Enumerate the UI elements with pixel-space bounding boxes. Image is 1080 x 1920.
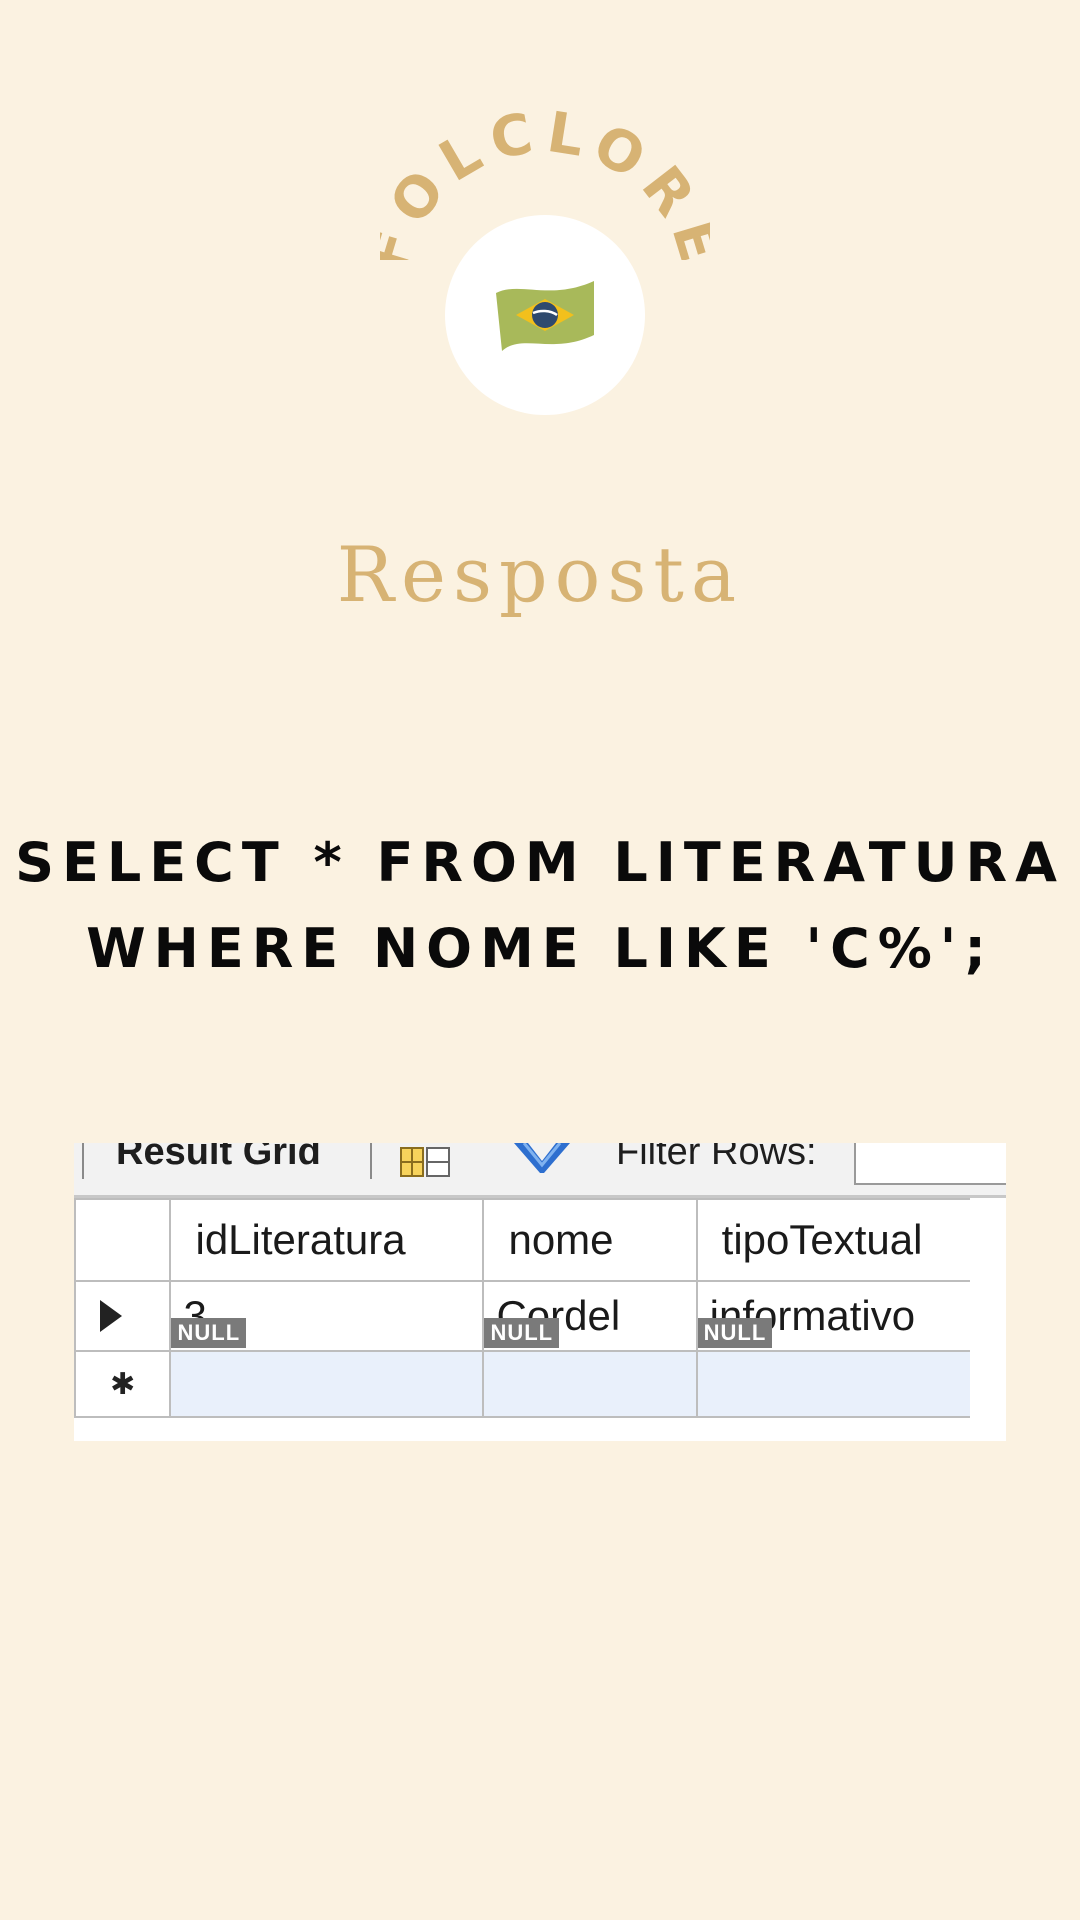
filter-icon[interactable] <box>510 1143 574 1181</box>
column-header-tipoTextual[interactable]: tipoTextual <box>695 1198 1006 1282</box>
sql-line-2: WHERE NOME LIKE 'C%'; <box>86 917 994 980</box>
page-title: Resposta <box>336 530 744 619</box>
logo-circle <box>445 215 645 415</box>
new-row[interactable]: ✱ NULL NULL NULL <box>74 1318 1006 1418</box>
sql-query: SELECT * FROM LITERATURA WHERE NOME LIKE… <box>0 820 1080 992</box>
column-header-idLiteratura[interactable]: idLiteratura <box>169 1198 485 1282</box>
brazil-flag-icon <box>496 281 594 351</box>
filter-rows-input[interactable] <box>854 1143 1006 1185</box>
cell-tipoTextual[interactable]: NULL <box>695 1318 1006 1418</box>
null-badge: NULL <box>697 1318 773 1348</box>
result-grid-tab[interactable]: Result Grid <box>116 1143 321 1174</box>
result-grid-toolbar: Result Grid Filter Rows: <box>74 1143 1006 1198</box>
result-table: idLiteratura nome tipoTextual 3 Cordel i… <box>74 1198 1006 1418</box>
null-badge: NULL <box>171 1318 247 1348</box>
current-row-arrow-icon <box>100 1300 122 1332</box>
cell-idLiteratura[interactable]: NULL <box>169 1318 485 1418</box>
grid-empty-area <box>970 1198 1006 1441</box>
row-indicator-header <box>74 1198 172 1282</box>
result-grid-screenshot: Result Grid Filter Rows: idLiteratura no… <box>74 1143 1006 1441</box>
null-badge: NULL <box>484 1318 560 1348</box>
table-header-row: idLiteratura nome tipoTextual <box>74 1198 1006 1282</box>
folclore-logo: FOLCLORE <box>380 110 710 430</box>
column-header-nome[interactable]: nome <box>482 1198 698 1282</box>
cell-nome[interactable]: NULL <box>482 1318 698 1418</box>
new-row-star-icon: ✱ <box>110 1367 136 1401</box>
toolbar-separator <box>370 1143 372 1179</box>
row-indicator <box>74 1280 172 1352</box>
toolbar-separator <box>82 1143 84 1179</box>
form-grid-icon[interactable] <box>400 1147 450 1177</box>
row-indicator: ✱ <box>74 1350 172 1418</box>
sql-line-1: SELECT * FROM LITERATURA <box>15 831 1065 894</box>
filter-rows-label: Filter Rows: <box>616 1143 817 1173</box>
